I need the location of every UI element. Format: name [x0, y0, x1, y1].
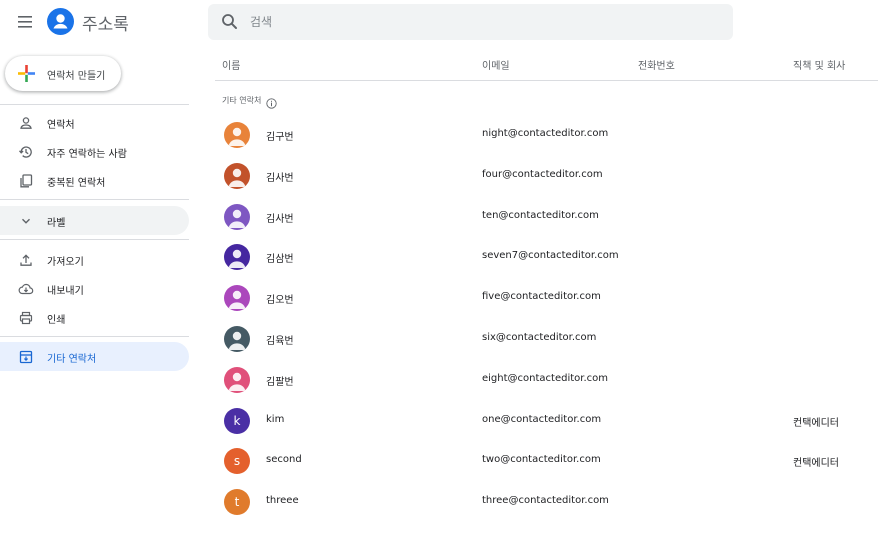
top-bar: 주소록	[0, 0, 878, 44]
contact-name: 김구번	[266, 132, 294, 143]
avatar	[224, 162, 250, 189]
table-row[interactable]: 김구번 night@contacteditor.com	[215, 115, 878, 155]
contact-email: five@contacteditor.com	[482, 291, 601, 303]
person-avatar-icon	[228, 250, 246, 269]
sidebar-item-print[interactable]: 인쇄	[0, 303, 189, 332]
person-icon	[18, 115, 34, 131]
contact-company: 컨택에디터	[793, 417, 839, 429]
sidebar-item-label: 가져오기	[47, 257, 84, 268]
plus-icon	[17, 64, 36, 83]
contact-email: eight@contacteditor.com	[482, 372, 609, 384]
sidebar-item-export[interactable]: 내보내기	[0, 274, 189, 303]
table-row[interactable]: k kim one@contacteditor.com 컨택에디터	[215, 401, 878, 441]
contact-email: seven7@contacteditor.com	[482, 250, 619, 262]
column-header-name[interactable]: 이름	[222, 57, 240, 72]
column-header-email[interactable]: 이메일	[482, 57, 510, 72]
contact-name: 김삼번	[266, 254, 294, 266]
sidebar-item-import[interactable]: 가져오기	[0, 245, 189, 274]
chevron-down-icon	[18, 213, 34, 229]
sidebar-divider	[0, 199, 189, 200]
sidebar-divider	[0, 239, 189, 240]
avatar-letter: s	[233, 454, 241, 469]
contact-name: kim	[266, 413, 285, 425]
contact-email: four@contacteditor.com	[482, 168, 603, 180]
main-menu-icon[interactable]	[12, 10, 40, 34]
avatar	[224, 122, 250, 148]
table-row[interactable]: 김팔번 eight@contacteditor.com	[215, 360, 878, 400]
contact-company: 컨택에디터	[793, 458, 839, 470]
search-bar[interactable]	[208, 4, 733, 40]
person-avatar-icon	[228, 290, 246, 310]
person-avatar-icon	[228, 331, 246, 350]
table-row[interactable]: 김삼번 seven7@contacteditor.com	[215, 237, 878, 277]
sidebar-item-label: 중복된 연락처	[47, 178, 106, 189]
search-input[interactable]	[250, 4, 720, 40]
table-row[interactable]: 김사번 four@contacteditor.com	[215, 156, 878, 196]
table-row[interactable]: 김사번 ten@contacteditor.com	[215, 197, 878, 237]
avatar	[224, 244, 250, 271]
sidebar-item-label: 내보내기	[47, 286, 84, 297]
contact-name: 김사번	[266, 172, 294, 184]
search-icon[interactable]	[220, 12, 240, 32]
avatar-letter: k	[233, 413, 241, 428]
sidebar-item-label: 자주 연락하는 사람	[47, 149, 127, 160]
sidebar-item-contacts[interactable]: 연락처	[0, 108, 189, 137]
header-divider	[215, 80, 878, 81]
avatar	[224, 285, 250, 312]
contact-name: 김사번	[266, 213, 294, 225]
upload-icon	[18, 252, 34, 268]
sidebar-divider	[0, 104, 189, 105]
column-header-phone[interactable]: 전화번호	[638, 57, 675, 72]
app-title: 주소록	[82, 15, 129, 35]
archive-icon	[18, 349, 34, 365]
contact-email: six@contacteditor.com	[482, 332, 597, 343]
contact-email: one@contacteditor.com	[482, 413, 602, 425]
avatar: k	[224, 407, 250, 434]
contact-email: ten@contacteditor.com	[482, 209, 599, 221]
person-avatar-icon	[228, 372, 246, 391]
person-avatar-icon	[228, 209, 246, 228]
avatar	[224, 203, 250, 230]
contact-email: night@contacteditor.com	[482, 128, 609, 139]
table-row[interactable]: 김오번 five@contacteditor.com	[215, 278, 878, 318]
person-avatar-icon	[228, 168, 246, 187]
sidebar-item-label: 연락처	[47, 120, 75, 131]
info-icon[interactable]	[266, 94, 277, 109]
sidebar-item-label: 인쇄	[47, 315, 66, 326]
table-row[interactable]: s second two@contacteditor.com 컨택에디터	[215, 441, 878, 481]
section-title: 기타 연락처	[222, 96, 262, 105]
avatar	[224, 326, 250, 352]
history-icon	[18, 144, 34, 160]
copy-icon	[18, 173, 34, 189]
table-row[interactable]: t threee three@contacteditor.com	[215, 482, 878, 522]
cloud-download-icon	[18, 281, 34, 297]
create-contact-label: 연락처 만들기	[47, 71, 106, 82]
sidebar-item-labels[interactable]: 라벨	[0, 206, 189, 235]
contact-name: second	[266, 454, 302, 466]
sidebar-item-label: 라벨	[47, 218, 66, 229]
avatar: t	[224, 489, 250, 516]
sidebar-item-duplicates[interactable]: 중복된 연락처	[0, 166, 189, 195]
print-icon	[18, 310, 34, 326]
sidebar-divider	[0, 336, 189, 337]
person-avatar-icon	[228, 127, 246, 146]
contact-email: two@contacteditor.com	[482, 454, 601, 466]
column-header-company[interactable]: 직책 및 회사	[793, 57, 845, 72]
contacts-logo-icon	[47, 8, 74, 35]
contact-name: 김오번	[266, 295, 294, 307]
avatar	[224, 366, 250, 393]
table-row[interactable]: 김육번 six@contacteditor.com	[215, 319, 878, 359]
sidebar-item-label: 기타 연락처	[47, 354, 97, 365]
sidebar-item-other-contacts[interactable]: 기타 연락처	[0, 342, 189, 371]
contact-email: three@contacteditor.com	[482, 495, 609, 507]
contact-name: 김팔번	[266, 376, 294, 388]
create-contact-button[interactable]: 연락처 만들기	[5, 56, 121, 91]
contact-name: 김육번	[266, 336, 294, 347]
avatar: s	[224, 448, 250, 475]
contact-name: threee	[266, 495, 299, 507]
sidebar-item-frequent[interactable]: 자주 연락하는 사람	[0, 137, 189, 166]
avatar-letter: t	[234, 495, 240, 510]
